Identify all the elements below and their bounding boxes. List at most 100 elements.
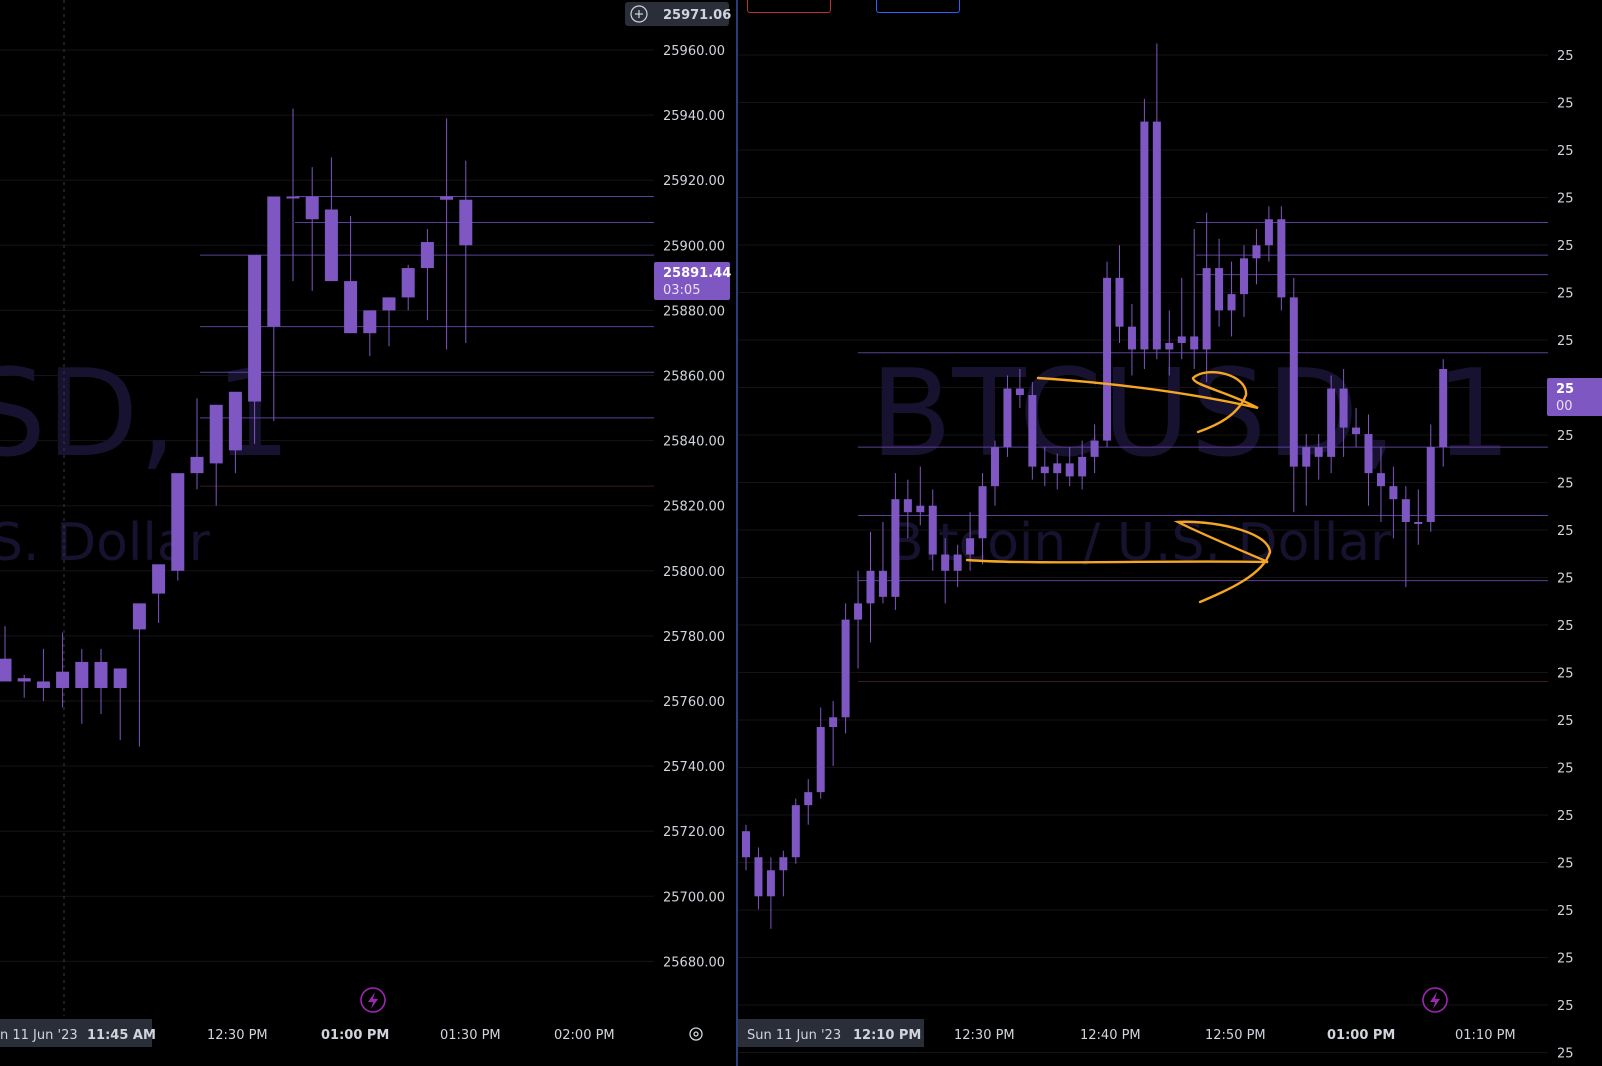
price-tick-label: 25 — [1557, 334, 1574, 349]
candle-body — [1252, 245, 1261, 259]
left-grid — [0, 49, 654, 962]
left-chart-pane[interactable]: SD, 1 S. Dollar 25960.00 25940.00 25920.00… — [0, 0, 736, 1066]
left-countdown: 03:05 — [663, 283, 700, 298]
price-tick-label: 25 — [1557, 762, 1574, 777]
candle-body — [754, 857, 763, 897]
candle — [1240, 245, 1248, 317]
price-tick-label: 25820.00 — [663, 500, 725, 515]
left-replay-button[interactable] — [360, 987, 386, 1013]
price-tick-label: 25920.00 — [663, 174, 725, 189]
price-tick-label: 25 — [1557, 572, 1574, 587]
right-last-price-tag: 25 00 — [1547, 378, 1602, 416]
price-tick-label: 25 — [1557, 1047, 1574, 1062]
candle-body — [420, 242, 434, 269]
candle-body — [1190, 336, 1199, 350]
candle-body — [766, 870, 775, 897]
price-tick-label: 25 — [1557, 239, 1574, 254]
candle — [1264, 206, 1273, 262]
left-last-price-tag: 25891.44 03:05 — [654, 262, 731, 300]
candle — [1028, 382, 1037, 480]
price-tick-label: 25 — [1557, 619, 1574, 634]
candle-body — [36, 681, 50, 688]
candle-body — [401, 268, 415, 298]
candle — [382, 297, 396, 347]
candle-body — [991, 447, 999, 487]
candle-body — [248, 255, 262, 402]
left-top-price: 25971.06 — [663, 8, 731, 23]
price-tick-label: 25 — [1557, 904, 1574, 919]
candle — [1227, 261, 1236, 337]
candle-body — [94, 661, 108, 688]
candle-body — [305, 196, 319, 220]
candle-body — [1140, 121, 1149, 350]
candle — [401, 264, 415, 311]
candle — [56, 632, 70, 708]
candle — [152, 564, 166, 623]
right-chart-pane[interactable]: BTCUSD, 1 Bitcoin / U.S. Dollar 25 25 25 25… — [738, 0, 1602, 1066]
right-countdown: 00 — [1556, 399, 1573, 414]
right-watermark-description: Bitcoin / U.S. Dollar — [888, 513, 1392, 573]
candle — [36, 648, 50, 701]
right-chart-canvas[interactable]: BTCUSD, 1 Bitcoin / U.S. Dollar 25252525… — [738, 0, 1602, 1066]
candle-body — [132, 603, 146, 630]
candle — [1115, 245, 1124, 343]
candle-body — [1015, 388, 1024, 396]
gear-icon[interactable] — [689, 1027, 703, 1041]
left-top-price-tag: 25971.06 — [625, 2, 731, 26]
candle-body — [878, 570, 887, 597]
candle — [171, 473, 185, 581]
candle-body — [1339, 388, 1348, 428]
right-replay-button[interactable] — [1422, 987, 1448, 1013]
candle — [742, 824, 750, 871]
candle-body — [854, 603, 863, 620]
price-tick-label: 25760.00 — [663, 695, 725, 710]
candle — [891, 473, 900, 610]
candle-body — [0, 658, 12, 682]
candle-body — [267, 196, 281, 327]
lightning-icon — [1430, 992, 1440, 1009]
candle — [804, 779, 813, 825]
candle — [1414, 489, 1423, 545]
candle-body — [17, 678, 31, 682]
left-time-tick: 02:00 PM — [554, 1028, 615, 1043]
candle-body — [804, 792, 813, 806]
candle-body — [1289, 297, 1298, 467]
candle — [363, 310, 377, 356]
candle-body — [953, 554, 962, 571]
candle-body — [1078, 456, 1087, 477]
left-watermark-symbol: SD, 1 — [0, 345, 291, 484]
price-tick-label: 25 — [1557, 809, 1574, 824]
candle-body — [1364, 434, 1373, 474]
candle-body — [1327, 388, 1336, 457]
candle-body — [1053, 463, 1062, 474]
candle — [1140, 98, 1149, 369]
candle — [866, 531, 875, 643]
candle — [816, 707, 825, 799]
price-tick-label: 25 — [1557, 49, 1574, 64]
candle-body — [1177, 336, 1186, 343]
candle-body — [1426, 447, 1435, 522]
price-tick-label: 25 — [1557, 714, 1574, 729]
candle-body — [866, 570, 875, 604]
candle — [209, 404, 223, 506]
candle-body — [1028, 395, 1037, 467]
candle-body — [1090, 440, 1099, 457]
candle — [1252, 229, 1261, 285]
candle — [0, 626, 12, 682]
right-last-price: 25 — [1556, 382, 1574, 397]
price-tick-label: 25 — [1557, 477, 1574, 492]
right-crosshair-time: 12:10 PM — [853, 1028, 921, 1043]
candle-body — [209, 404, 223, 464]
candle-body — [791, 805, 800, 858]
left-chart-canvas[interactable]: SD, 1 S. Dollar 25960.0025940.0025920.00… — [0, 0, 736, 1066]
candle-body — [1103, 277, 1112, 441]
right-time-tick: 12:50 PM — [1205, 1028, 1266, 1043]
candle-body — [1389, 486, 1398, 500]
candle-body — [113, 668, 127, 688]
right-time-tick: 12:40 PM — [1080, 1028, 1141, 1043]
candle — [113, 668, 127, 741]
candle-body — [1152, 121, 1161, 350]
candle-body — [1115, 277, 1124, 327]
price-tick-label: 25 — [1557, 952, 1574, 967]
candle-body — [1165, 342, 1174, 350]
